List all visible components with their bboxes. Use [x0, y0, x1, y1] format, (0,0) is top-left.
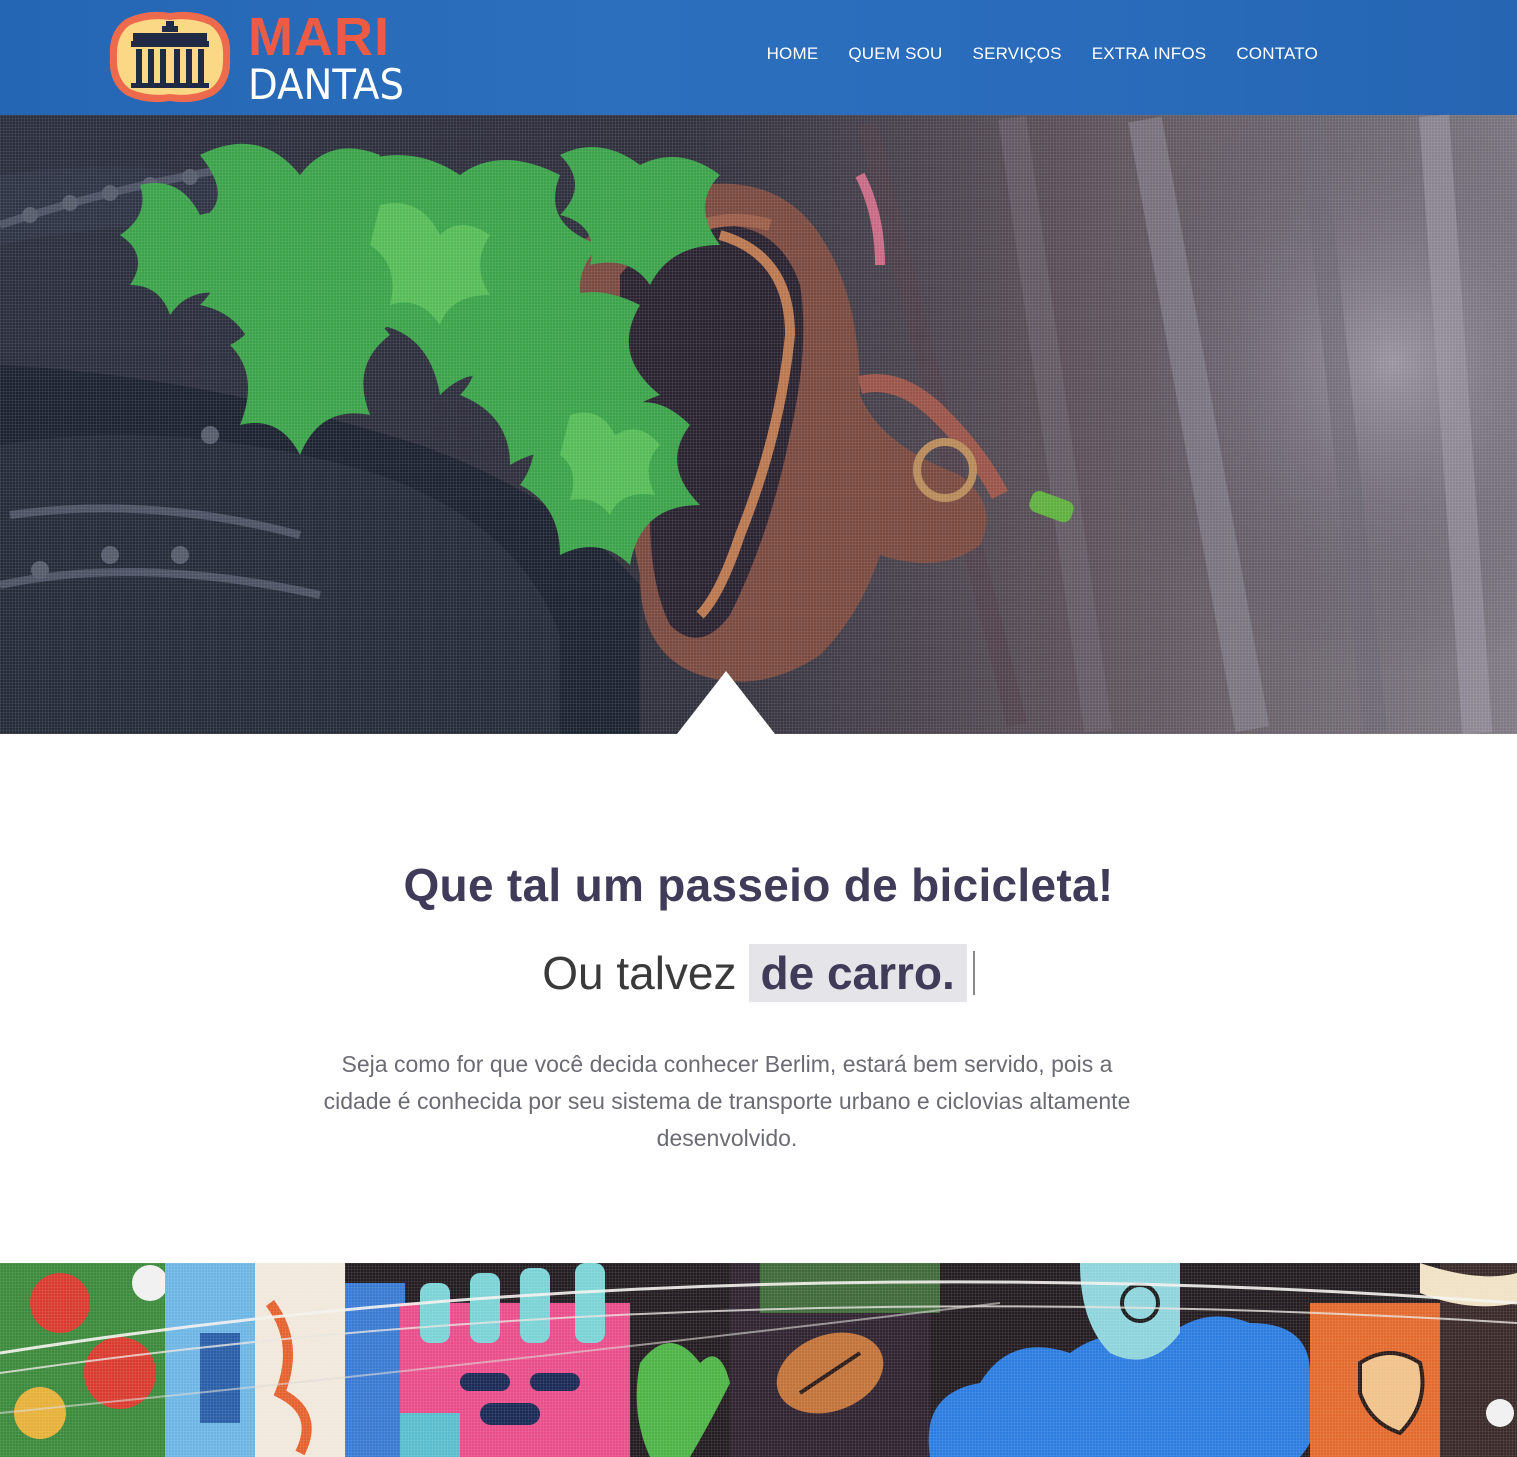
intro-subtitle: Ou talvez de carro. [0, 944, 1517, 1002]
typed-text-highlight: de carro. [748, 944, 967, 1002]
intro-paragraph: Seja como for que você decida conhecer B… [323, 1051, 1131, 1151]
site-logo[interactable]: MARI DANTAS [106, 8, 426, 106]
site-header: MARI DANTAS HOME QUEM SOU SERVIÇOS EXTRA… [0, 0, 1517, 115]
nav-home[interactable]: HOME [752, 40, 834, 68]
brandenburg-gate-icon [106, 9, 234, 105]
logo-name-top: MARI [248, 7, 390, 67]
hero-photo [0, 115, 1517, 734]
intro-subtitle-prefix: Ou talvez [542, 947, 737, 999]
intro-section: Que tal um passeio de bicicleta! Ou talv… [0, 734, 1517, 1263]
nav-servicos[interactable]: SERVIÇOS [958, 40, 1077, 68]
nav-quem-sou[interactable]: QUEM SOU [833, 40, 957, 68]
graffiti-photo [0, 1263, 1517, 1457]
logo-wordmark: MARI DANTAS [248, 8, 418, 106]
logo-name-bottom: DANTAS [248, 60, 404, 109]
hero-down-arrow [677, 671, 775, 734]
main-nav: HOME QUEM SOU SERVIÇOS EXTRA INFOS CONTA… [752, 40, 1333, 68]
typing-cursor [972, 951, 975, 995]
intro-title: Que tal um passeio de bicicleta! [403, 859, 1114, 911]
nav-contato[interactable]: CONTATO [1221, 40, 1333, 68]
nav-extra-infos[interactable]: EXTRA INFOS [1077, 40, 1222, 68]
graffiti-banner-image [0, 1263, 1517, 1457]
hero-image [0, 115, 1517, 734]
